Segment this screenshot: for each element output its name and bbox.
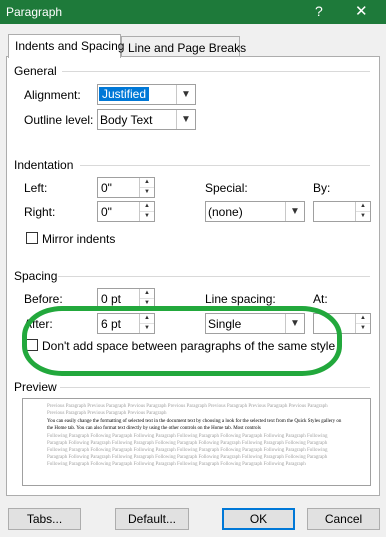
spacing-before-label: Before: — [24, 292, 63, 306]
spin-up-icon[interactable]: ▲ — [140, 314, 154, 324]
outline-level-value: Body Text — [100, 113, 153, 127]
dont-add-space-checkbox[interactable] — [26, 339, 38, 351]
preview-sample-paragraph: You can easily change the formatting of … — [47, 419, 342, 431]
preview-previous-paragraph: Previous Paragraph Previous Paragraph Pr… — [47, 404, 328, 416]
by-spinner[interactable]: ▲ ▼ — [313, 201, 371, 222]
chevron-down-icon[interactable]: ▼ — [176, 110, 195, 129]
preview-following-paragraph: Following Paragraph Following Paragraph … — [47, 434, 328, 467]
indent-right-label: Right: — [24, 205, 56, 219]
indent-left-label: Left: — [24, 181, 48, 195]
cancel-button[interactable]: Cancel — [307, 508, 380, 530]
outline-level-label: Outline level: — [24, 113, 94, 127]
indent-right-value: 0" — [101, 205, 112, 219]
preview-divider — [60, 387, 370, 388]
tab-line-and-page-breaks[interactable]: Line and Page Breaks — [121, 36, 246, 57]
chevron-down-icon[interactable]: ▼ — [176, 85, 195, 104]
tabs-button[interactable]: Tabs... — [8, 508, 81, 530]
line-spacing-value: Single — [208, 317, 242, 331]
special-value: (none) — [208, 205, 243, 219]
line-spacing-select[interactable]: Single ▼ — [205, 313, 305, 334]
alignment-select[interactable]: Justified ▼ — [97, 84, 196, 105]
alignment-value: Justified — [99, 87, 150, 101]
preview-box: Previous Paragraph Previous Paragraph Pr… — [22, 398, 371, 486]
special-select[interactable]: (none) ▼ — [205, 201, 305, 222]
spacing-after-value: 6 pt — [101, 317, 122, 331]
alignment-label: Alignment: — [24, 88, 81, 102]
indent-right-spinner[interactable]: 0" ▲ ▼ — [97, 201, 155, 222]
spin-down-icon[interactable]: ▼ — [140, 188, 154, 197]
by-label: By: — [313, 181, 331, 195]
spin-up-icon[interactable]: ▲ — [356, 314, 370, 324]
at-spinner[interactable]: ▲ ▼ — [313, 313, 371, 334]
spin-up-icon[interactable]: ▲ — [140, 289, 154, 299]
window-title: Paragraph — [6, 5, 63, 19]
spin-down-icon[interactable]: ▼ — [140, 212, 154, 221]
spacing-after-spinner[interactable]: 6 pt ▲ ▼ — [97, 313, 155, 334]
tab-indents-and-spacing[interactable]: Indents and Spacing — [8, 34, 124, 58]
ok-button[interactable]: OK — [222, 508, 295, 530]
spin-down-icon[interactable]: ▼ — [356, 324, 370, 333]
title-bar: Paragraph ? ✕ — [0, 0, 386, 24]
general-heading: General — [14, 64, 57, 78]
spacing-heading: Spacing — [14, 269, 58, 283]
outline-level-select[interactable]: Body Text ▼ — [97, 109, 196, 130]
spacing-after-label: After: — [24, 317, 53, 331]
spin-up-icon[interactable]: ▲ — [356, 202, 370, 212]
special-label: Special: — [205, 181, 248, 195]
spacing-before-spinner[interactable]: 0 pt ▲ ▼ — [97, 288, 155, 309]
at-label: At: — [313, 292, 328, 306]
dont-add-space-label: Don't add space between paragraphs of th… — [42, 339, 336, 353]
indentation-divider — [80, 165, 370, 166]
general-divider — [62, 71, 370, 72]
indent-left-spinner[interactable]: 0" ▲ ▼ — [97, 177, 155, 198]
spin-down-icon[interactable]: ▼ — [140, 324, 154, 333]
mirror-indents-checkbox[interactable] — [26, 232, 38, 244]
indentation-heading: Indentation — [14, 158, 74, 172]
preview-heading: Preview — [14, 380, 57, 394]
close-button[interactable]: ✕ — [355, 2, 368, 20]
spin-up-icon[interactable]: ▲ — [140, 178, 154, 188]
line-spacing-label: Line spacing: — [205, 292, 276, 306]
chevron-down-icon[interactable]: ▼ — [285, 202, 304, 221]
spacing-divider — [58, 276, 370, 277]
chevron-down-icon[interactable]: ▼ — [285, 314, 304, 333]
help-button[interactable]: ? — [315, 3, 323, 19]
spacing-before-value: 0 pt — [101, 292, 122, 306]
spin-up-icon[interactable]: ▲ — [140, 202, 154, 212]
spin-down-icon[interactable]: ▼ — [356, 212, 370, 221]
default-button[interactable]: Default... — [115, 508, 189, 530]
mirror-indents-label: Mirror indents — [42, 232, 116, 246]
indent-left-value: 0" — [101, 181, 112, 195]
spin-down-icon[interactable]: ▼ — [140, 299, 154, 308]
